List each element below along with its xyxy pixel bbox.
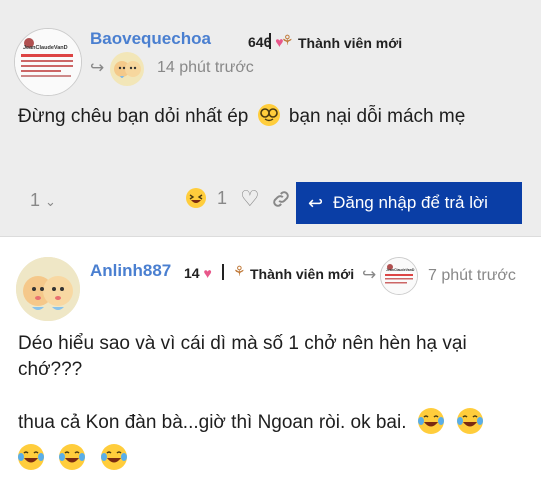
reaction-count: 1	[217, 188, 228, 208]
like-count: 14 ♥	[184, 265, 212, 281]
post-paragraph-2: thua cả Kon đàn bà...giờ thì Ngoan ròi. …	[18, 405, 518, 477]
replies-button[interactable]: 1 ⌄	[30, 190, 56, 211]
avatar-label: JeanClaudeVanD	[23, 45, 68, 51]
like-count: 646 ♥	[248, 34, 284, 50]
post-anlinh887: Anlinh887 14 ♥ ⚘ Thành viên mới ↪ JeanCl…	[0, 236, 541, 500]
chevron-down-icon: ⌄	[45, 194, 56, 209]
reply-to-avatar[interactable]	[110, 52, 144, 86]
login-to-reply-label: Đăng nhập để trả lời	[333, 193, 488, 212]
post-time[interactable]: 14 phút trước	[157, 59, 254, 77]
heart-like-icon[interactable]: ♡	[240, 186, 260, 212]
nerd-face-emoji-icon	[257, 104, 280, 126]
reply-to-icon[interactable]: ↪	[90, 58, 104, 78]
post-paragraph-1: Déo hiểu sao và vì cái dì mà số 1 chở nê…	[18, 333, 467, 380]
divider	[222, 264, 224, 280]
tears-of-joy-emoji-icon	[457, 408, 484, 434]
like-count-value: 14	[184, 265, 200, 281]
login-to-reply-button[interactable]: ↩ Đăng nhập để trả lời	[296, 182, 522, 224]
post-time[interactable]: 7 phút trước	[428, 267, 516, 285]
reaction-button[interactable]: 1	[186, 188, 227, 209]
tears-of-joy-emoji-icon	[59, 444, 86, 470]
link-icon[interactable]	[270, 188, 292, 215]
like-count-value: 646	[248, 34, 272, 50]
tears-of-joy-emoji-icon	[18, 444, 44, 470]
username[interactable]: Anlinh887	[90, 261, 171, 281]
body-text-start: Đừng chêu bạn dỏi nhất ép	[18, 106, 249, 127]
heart-icon: ♥	[203, 265, 212, 281]
reply-arrow-icon: ↩	[308, 192, 324, 213]
laughing-emoji-icon	[186, 188, 206, 208]
tears-of-joy-emoji-icon	[417, 408, 444, 434]
post-body: Đừng chêu bạn dỏi nhất ép bạn nại dỗi má…	[18, 103, 528, 130]
reply-to-icon[interactable]: ↪	[362, 265, 376, 285]
flair-icon: ⚘	[233, 263, 246, 279]
reply-count: 1	[30, 190, 41, 210]
flair-icon: ⚘	[281, 32, 294, 48]
user-title: Thành viên mới	[298, 35, 403, 51]
divider	[269, 33, 271, 49]
avatar[interactable]	[16, 257, 80, 321]
body-text-end: bạn nại dỗi mách mẹ	[288, 106, 466, 127]
username[interactable]: Baovequechoa	[90, 29, 211, 49]
post-paragraph-2-text: thua cả Kon đàn bà...giờ thì Ngoan ròi. …	[18, 412, 407, 433]
tears-of-joy-emoji-icon	[100, 444, 127, 470]
reply-to-avatar-label: JeanClaudeVanD	[386, 268, 415, 272]
post-baovequechoa: JeanClaudeVanD Baovequechoa 646 ♥ ⚘ Thàn…	[0, 0, 541, 236]
reply-to-avatar[interactable]: JeanClaudeVanD	[380, 257, 418, 295]
user-title: Thành viên mới	[250, 266, 355, 282]
avatar[interactable]: JeanClaudeVanD	[14, 28, 82, 96]
